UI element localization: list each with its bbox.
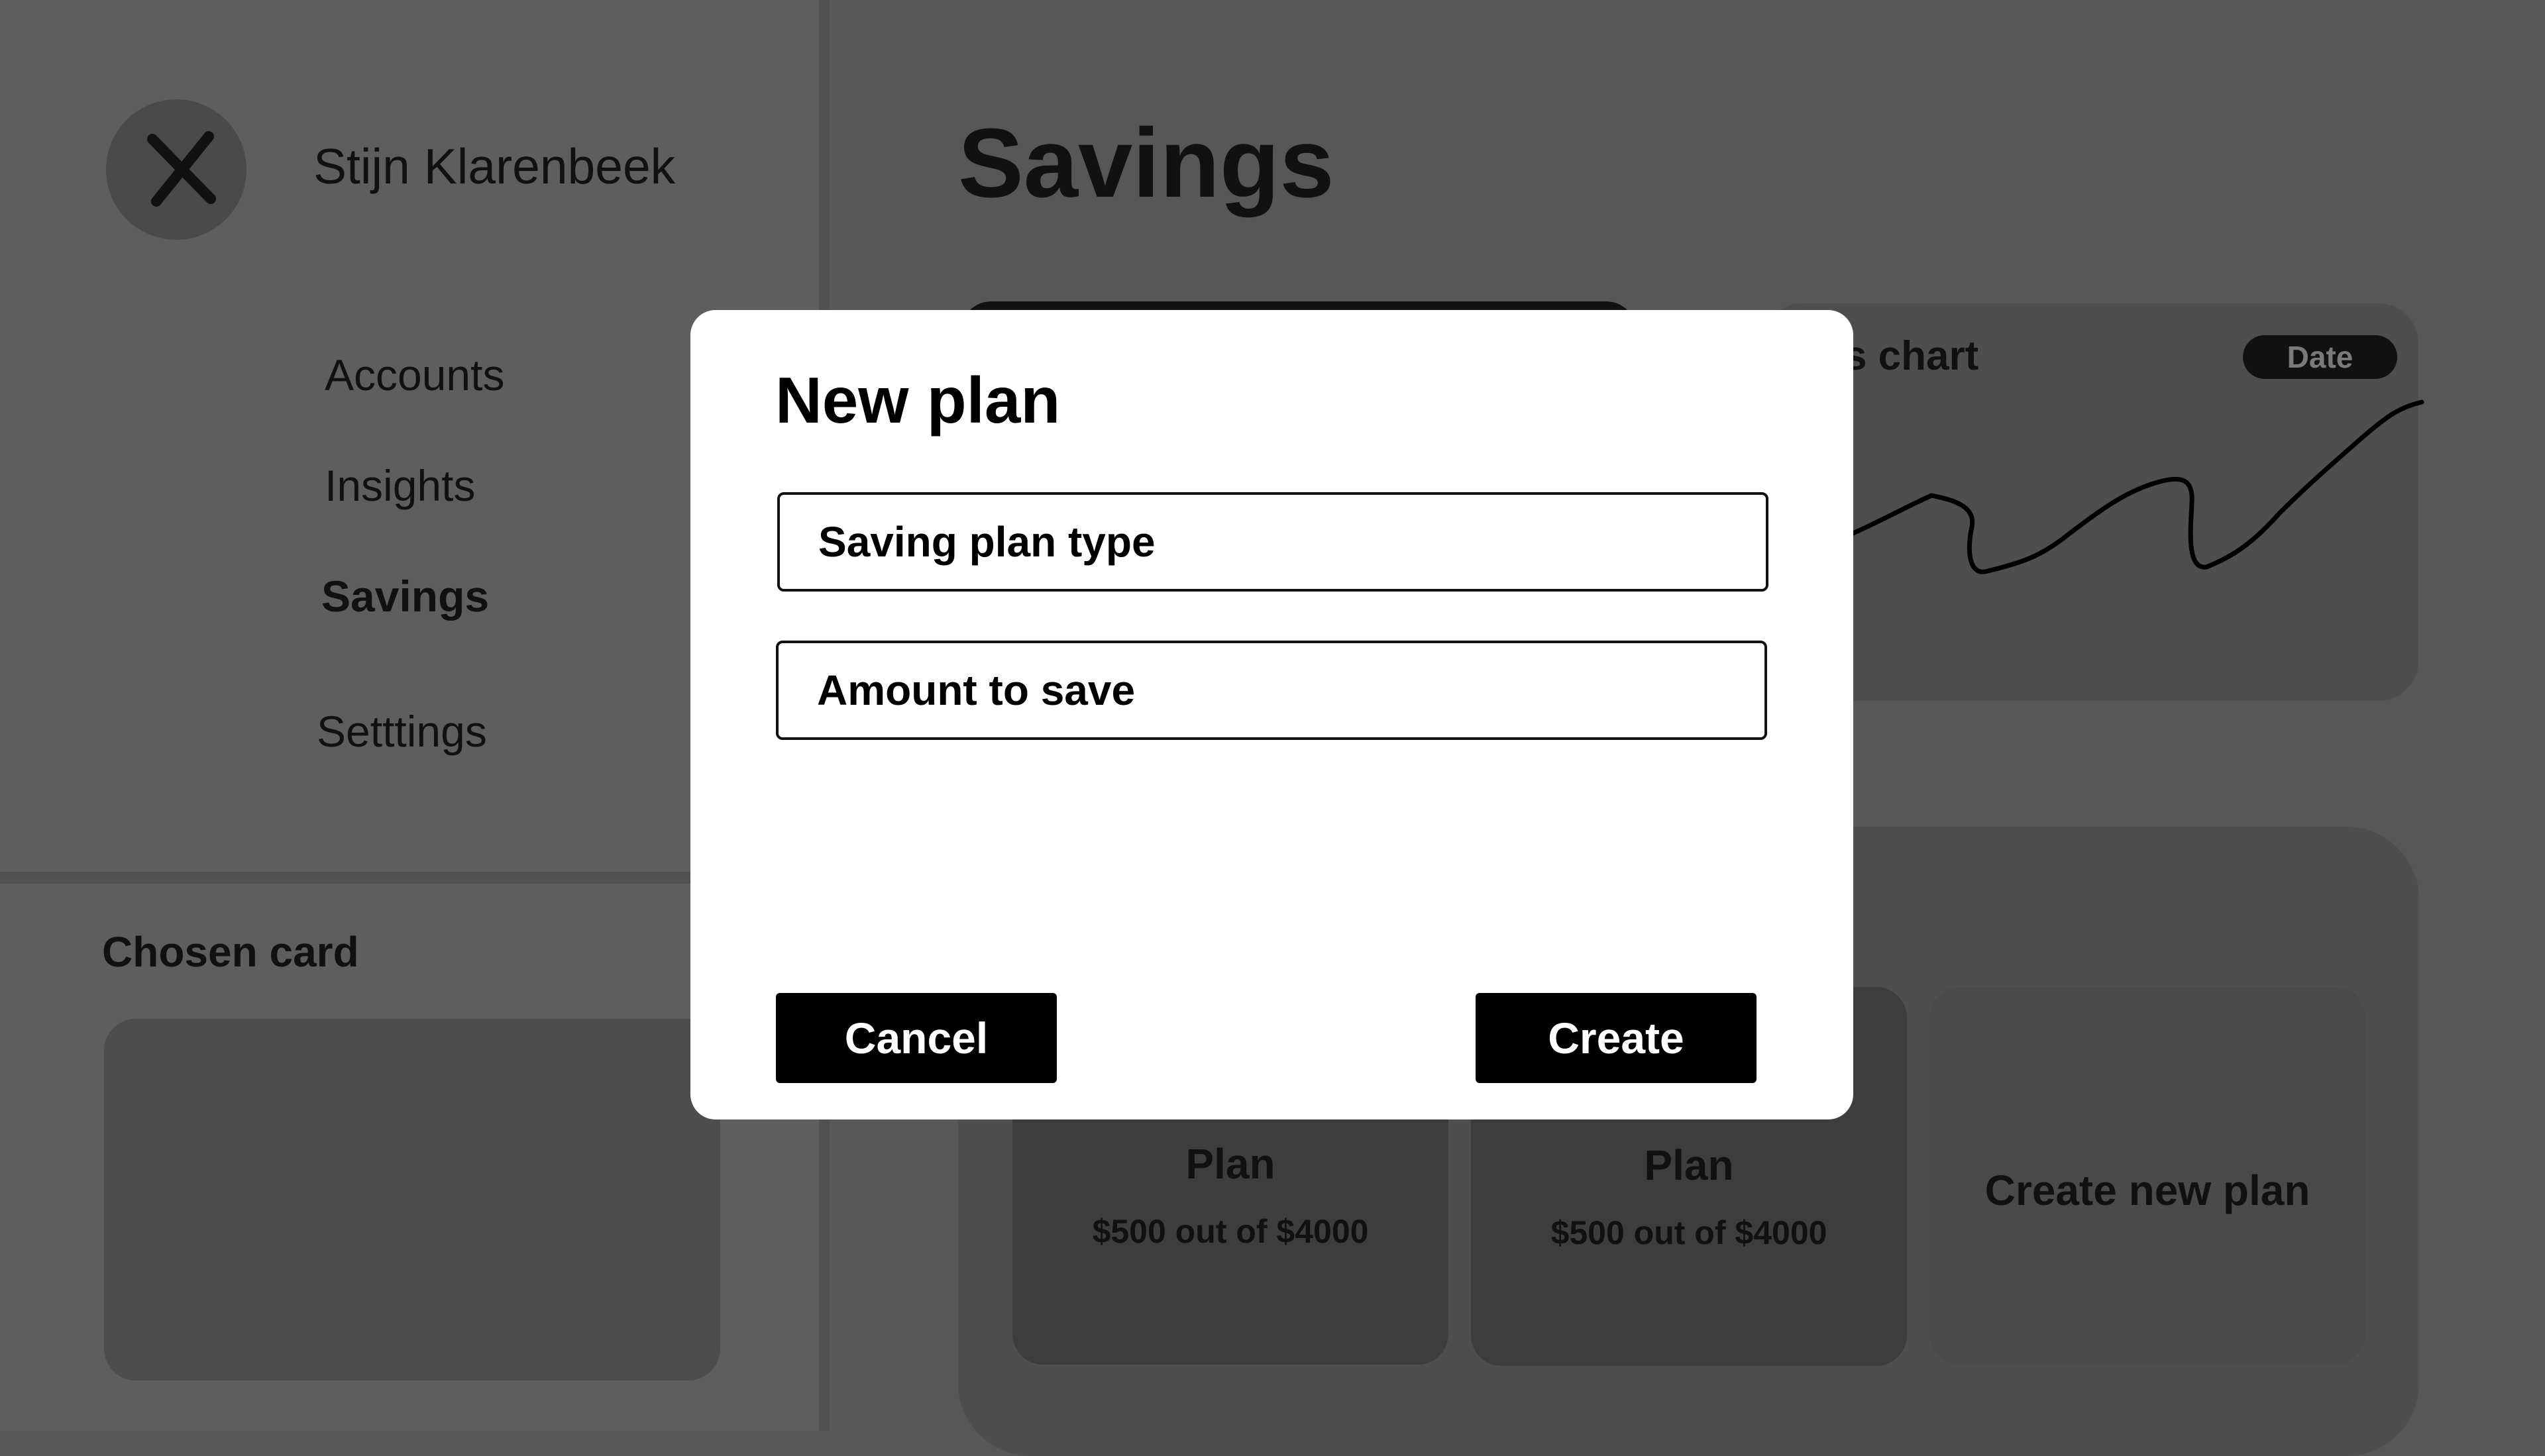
savings-line <box>1846 399 2424 574</box>
cancel-button[interactable]: Cancel <box>776 993 1057 1083</box>
create-new-plan-label: Create new plan <box>1984 1167 2310 1214</box>
dialog-title: New plan <box>775 364 1061 437</box>
plan-title: Plan <box>1644 1141 1734 1189</box>
create-button[interactable]: Create <box>1476 993 1757 1083</box>
new-plan-dialog: New plan Cancel Create <box>690 310 1853 1119</box>
amount-to-save-input[interactable] <box>817 643 1731 737</box>
create-new-plan-card[interactable]: Create new plan <box>1929 987 2365 1365</box>
plan-progress: $500 out of $4000 <box>1550 1214 1827 1251</box>
saving-plan-type-input[interactable] <box>818 495 1733 589</box>
saving-plan-type-field[interactable] <box>777 492 1768 592</box>
amount-to-save-field[interactable] <box>776 641 1767 740</box>
plan-title: Plan <box>1185 1140 1275 1188</box>
plan-progress: $500 out of $4000 <box>1092 1213 1369 1250</box>
